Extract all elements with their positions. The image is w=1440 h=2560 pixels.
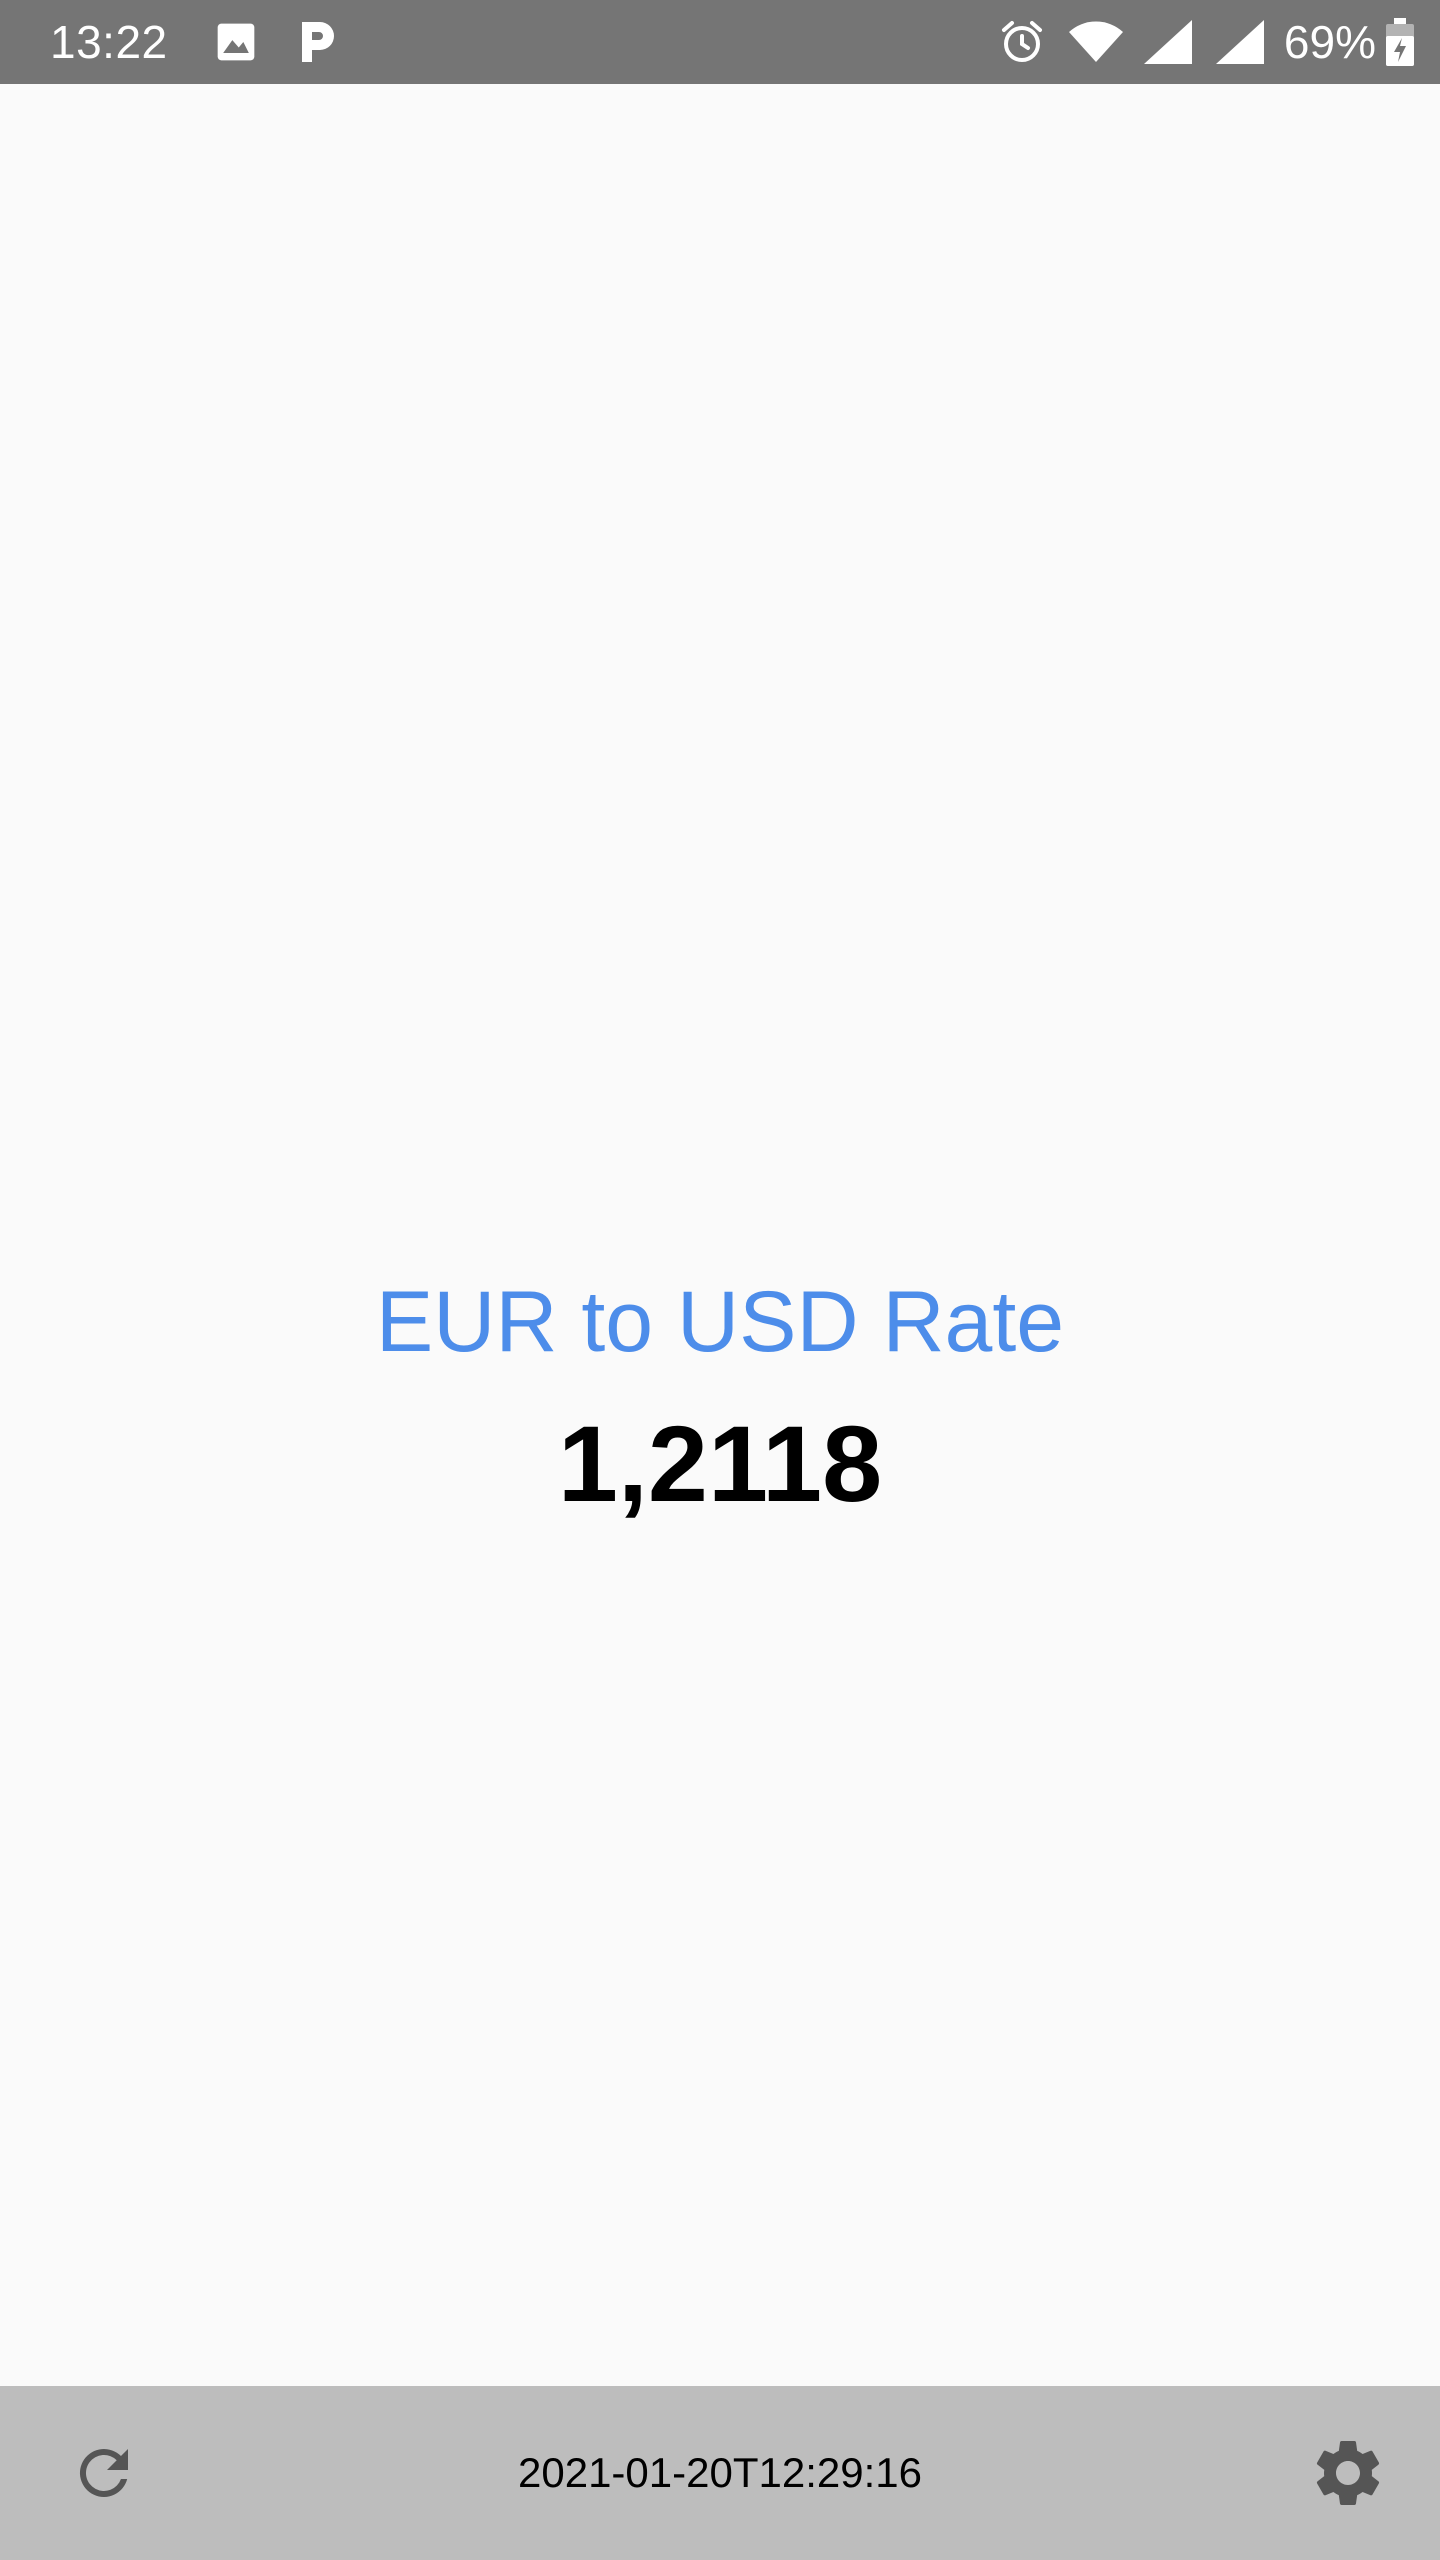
- p-app-icon: [296, 18, 336, 66]
- settings-button[interactable]: [1300, 2425, 1396, 2521]
- signal-icon: [1214, 18, 1266, 66]
- status-left: 13:22: [50, 15, 998, 69]
- image-icon: [214, 20, 258, 64]
- refresh-icon: [68, 2437, 140, 2509]
- rate-value: 1,2118: [557, 1403, 883, 1524]
- alarm-icon: [998, 18, 1046, 66]
- bottom-bar: 2021-01-20T12:29:16: [0, 2386, 1440, 2560]
- signal-icon: [1142, 18, 1194, 66]
- status-time: 13:22: [50, 16, 168, 68]
- refresh-button[interactable]: [56, 2425, 152, 2521]
- main-content: EUR to USD Rate 1,2118: [0, 84, 1440, 2386]
- last-updated-timestamp: 2021-01-20T12:29:16: [518, 2449, 922, 2496]
- rate-label: EUR to USD Rate: [375, 1274, 1065, 1370]
- battery-percentage: 69%: [1283, 16, 1376, 68]
- gear-icon: [1308, 2433, 1388, 2513]
- status-right: 69%: [998, 15, 1414, 69]
- wifi-icon: [1068, 20, 1124, 64]
- battery-charging-icon: [1386, 18, 1414, 66]
- status-bar: 13:22 69%: [0, 0, 1440, 84]
